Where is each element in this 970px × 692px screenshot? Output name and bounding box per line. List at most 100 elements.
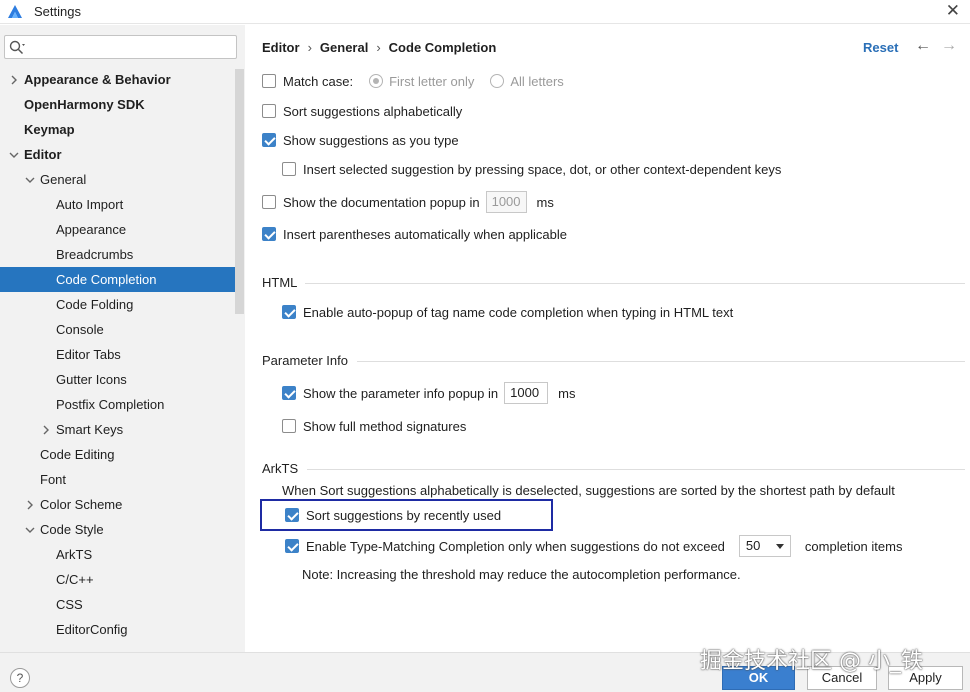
param-popup-label: Show the parameter info popup in bbox=[303, 385, 499, 401]
match-case-checkbox[interactable] bbox=[262, 74, 276, 88]
html-section-title: HTML bbox=[262, 275, 298, 290]
settings-search[interactable] bbox=[4, 35, 237, 59]
chevron-right-icon[interactable] bbox=[8, 67, 20, 92]
first-letter-label: First letter only bbox=[389, 73, 475, 89]
insert-parens-label: Insert parentheses automatically when ap… bbox=[283, 226, 568, 242]
sidebar-item-css[interactable]: CSS bbox=[0, 592, 235, 617]
settings-content: Editor › General › Code Completion Reset ← →… bbox=[245, 25, 970, 652]
sidebar-item-label: Keymap bbox=[24, 122, 75, 137]
crumb-editor[interactable]: Editor bbox=[262, 40, 300, 55]
settings-tree: Appearance & Behavior OpenHarmony SDK Keym… bbox=[0, 67, 235, 642]
chevron-down-icon[interactable] bbox=[24, 517, 36, 542]
sidebar-item-gutter-icons[interactable]: Gutter Icons bbox=[0, 367, 235, 392]
sidebar-item-label: Auto Import bbox=[56, 197, 124, 212]
search-input[interactable] bbox=[29, 38, 229, 56]
sidebar-item-label: ArkTS bbox=[56, 547, 93, 562]
sidebar-item-code-folding[interactable]: Code Folding bbox=[0, 292, 235, 317]
crumb-code-completion: Code Completion bbox=[388, 40, 497, 55]
sidebar-item-arkts[interactable]: ArkTS bbox=[0, 542, 235, 567]
sidebar-item-label: Font bbox=[40, 472, 67, 487]
sidebar-item-label: Gutter Icons bbox=[56, 372, 127, 387]
html-auto-popup-row: Enable auto-popup of tag name code compl… bbox=[282, 302, 733, 322]
type-matching-limit-value: 50 bbox=[745, 538, 761, 553]
show-as-you-type-label: Show suggestions as you type bbox=[283, 132, 459, 148]
insert-parens-checkbox[interactable] bbox=[262, 227, 276, 241]
search-icon bbox=[9, 40, 25, 55]
full-signatures-checkbox[interactable] bbox=[282, 419, 296, 433]
sidebar-item-console[interactable]: Console bbox=[0, 317, 235, 342]
sidebar-item-editorconfig[interactable]: EditorConfig bbox=[0, 617, 235, 642]
sidebar-item-general[interactable]: General bbox=[0, 167, 235, 192]
sidebar-scroll-thumb[interactable] bbox=[235, 69, 244, 314]
sidebar-item-font[interactable]: Font bbox=[0, 467, 235, 492]
sidebar-item-c-c[interactable]: C/C++ bbox=[0, 567, 235, 592]
param-popup-delay-input[interactable]: 1000 bbox=[504, 382, 549, 404]
sidebar-item-label: Editor bbox=[24, 147, 62, 162]
sort-recent-row: Sort suggestions by recently used bbox=[285, 505, 501, 525]
show-as-you-type-checkbox[interactable] bbox=[262, 133, 276, 147]
param-popup-unit: ms bbox=[558, 385, 576, 401]
chevron-down-icon[interactable] bbox=[24, 167, 36, 192]
first-letter-radio[interactable] bbox=[369, 74, 384, 88]
html-section-divider bbox=[305, 283, 965, 284]
doc-popup-checkbox[interactable] bbox=[262, 195, 276, 209]
sort-alpha-row: Sort suggestions alphabetically bbox=[262, 101, 462, 121]
sidebar-item-label: Smart Keys bbox=[56, 422, 124, 437]
param-popup-checkbox[interactable] bbox=[282, 386, 296, 400]
reset-link[interactable]: Reset bbox=[863, 40, 898, 55]
sort-alpha-label: Sort suggestions alphabetically bbox=[283, 103, 463, 119]
sidebar-item-editor[interactable]: Editor bbox=[0, 142, 235, 167]
sidebar-item-code-editing[interactable]: Code Editing bbox=[0, 442, 235, 467]
sidebar-item-editor-tabs[interactable]: Editor Tabs bbox=[0, 342, 235, 367]
window-title: Settings bbox=[34, 4, 81, 19]
sort-recent-label: Sort suggestions by recently used bbox=[306, 507, 502, 523]
sidebar-item-appearance[interactable]: Appearance bbox=[0, 217, 235, 242]
html-auto-popup-checkbox[interactable] bbox=[282, 305, 296, 319]
chevron-right-icon[interactable] bbox=[24, 492, 36, 517]
sidebar-item-keymap[interactable]: Keymap bbox=[0, 117, 235, 142]
sidebar-item-breadcrumbs[interactable]: Breadcrumbs bbox=[0, 242, 235, 267]
sidebar-item-label: Code Completion bbox=[56, 272, 157, 287]
type-matching-row: Enable Type-Matching Completion only whe… bbox=[285, 534, 902, 558]
chevron-down-icon[interactable] bbox=[8, 142, 20, 167]
sidebar-item-label: Code Folding bbox=[56, 297, 134, 312]
sidebar-item-appearance-behavior[interactable]: Appearance & Behavior bbox=[0, 67, 235, 92]
insert-parens-row: Insert parentheses automatically when ap… bbox=[262, 224, 567, 244]
doc-popup-delay-input[interactable]: 1000 bbox=[485, 191, 527, 213]
settings-sidebar: Appearance & Behavior OpenHarmony SDK Keym… bbox=[0, 25, 245, 652]
insert-by-space-row: Insert selected suggestion by pressing s… bbox=[282, 159, 781, 179]
sidebar-item-label: C/C++ bbox=[56, 572, 94, 587]
full-signatures-label: Show full method signatures bbox=[303, 418, 467, 434]
arkts-section-divider bbox=[307, 469, 965, 470]
sidebar-item-postfix-completion[interactable]: Postfix Completion bbox=[0, 392, 235, 417]
type-matching-checkbox[interactable] bbox=[285, 539, 299, 553]
sidebar-item-label: Editor Tabs bbox=[56, 347, 121, 362]
close-icon[interactable]: ✕ bbox=[946, 1, 960, 21]
sidebar-item-label: Console bbox=[56, 322, 104, 337]
insert-by-space-label: Insert selected suggestion by pressing s… bbox=[303, 161, 782, 177]
sidebar-item-openharmony-sdk[interactable]: OpenHarmony SDK bbox=[0, 92, 235, 117]
back-arrow-icon[interactable]: ← bbox=[915, 37, 931, 55]
sidebar-item-auto-import[interactable]: Auto Import bbox=[0, 192, 235, 217]
type-matching-label: Enable Type-Matching Completion only whe… bbox=[306, 538, 725, 554]
match-case-label: Match case: bbox=[283, 73, 354, 89]
sidebar-item-smart-keys[interactable]: Smart Keys bbox=[0, 417, 235, 442]
sidebar-item-code-style[interactable]: Code Style bbox=[0, 517, 235, 542]
param-section-title: Parameter Info bbox=[262, 353, 348, 368]
sidebar-item-label: OpenHarmony SDK bbox=[24, 97, 145, 112]
arkts-sort-note: When Sort suggestions alphabetically is … bbox=[282, 482, 895, 498]
insert-by-space-checkbox[interactable] bbox=[282, 162, 296, 176]
sidebar-item-label: General bbox=[40, 172, 87, 187]
sort-recent-checkbox[interactable] bbox=[285, 508, 299, 522]
crumb-general[interactable]: General bbox=[320, 40, 368, 55]
sidebar-item-color-scheme[interactable]: Color Scheme bbox=[0, 492, 235, 517]
doc-popup-unit: ms bbox=[536, 194, 554, 210]
sidebar-item-code-completion[interactable]: Code Completion bbox=[0, 267, 235, 292]
chevron-right-icon[interactable] bbox=[40, 417, 52, 442]
help-icon[interactable]: ? bbox=[10, 668, 30, 688]
forward-arrow-icon[interactable]: → bbox=[941, 37, 957, 55]
type-matching-limit-select[interactable]: 50 bbox=[738, 535, 791, 557]
all-letters-radio[interactable] bbox=[490, 74, 505, 88]
match-case-row: Match case: First letter only All letter… bbox=[262, 71, 564, 91]
sort-alpha-checkbox[interactable] bbox=[262, 104, 276, 118]
